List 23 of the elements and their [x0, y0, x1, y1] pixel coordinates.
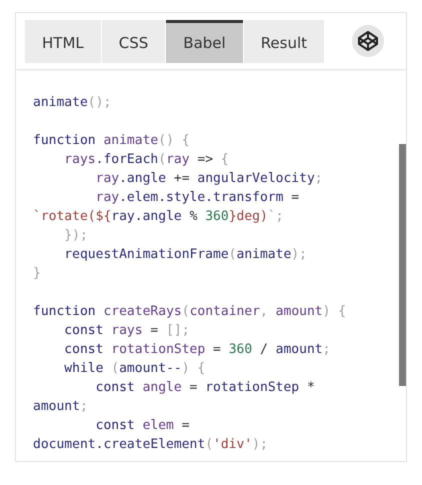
code-line: `rotate(${ray.angle % 360}deg)`;	[33, 208, 284, 226]
tab[interactable]: HTML	[25, 20, 101, 62]
code-line: ray.elem.style.transform =	[94, 189, 300, 207]
code-line: const rays = [];	[63, 322, 190, 340]
code-line: function createRays(container, amount) {	[33, 303, 346, 321]
code-line: animate();	[33, 94, 112, 112]
code-line: const rotationStep = 360 / amount;	[63, 341, 330, 359]
code-line: }	[33, 265, 41, 283]
code-line: function animate() {	[33, 132, 190, 150]
tab[interactable]: CSS	[102, 20, 166, 62]
scrollbar-thumb[interactable]	[399, 144, 406, 386]
code-line: document.createElement('div');	[33, 436, 268, 454]
code-line: requestAnimationFrame(animate);	[63, 246, 307, 264]
code-line: rays.forEach(ray => {	[63, 151, 229, 169]
code-line: const elem =	[94, 417, 190, 435]
code-line: const angle = rotationStep *	[94, 379, 315, 397]
code-line: while (amount--) {	[63, 360, 206, 378]
tab[interactable]: Result	[244, 20, 324, 62]
codepen-logo-icon[interactable]	[352, 25, 384, 57]
code-line: });	[63, 227, 88, 245]
code-line: amount;	[33, 398, 88, 416]
tab[interactable]: Babel	[166, 20, 243, 62]
code-line: ray.angle += angularVelocity;	[94, 170, 323, 188]
